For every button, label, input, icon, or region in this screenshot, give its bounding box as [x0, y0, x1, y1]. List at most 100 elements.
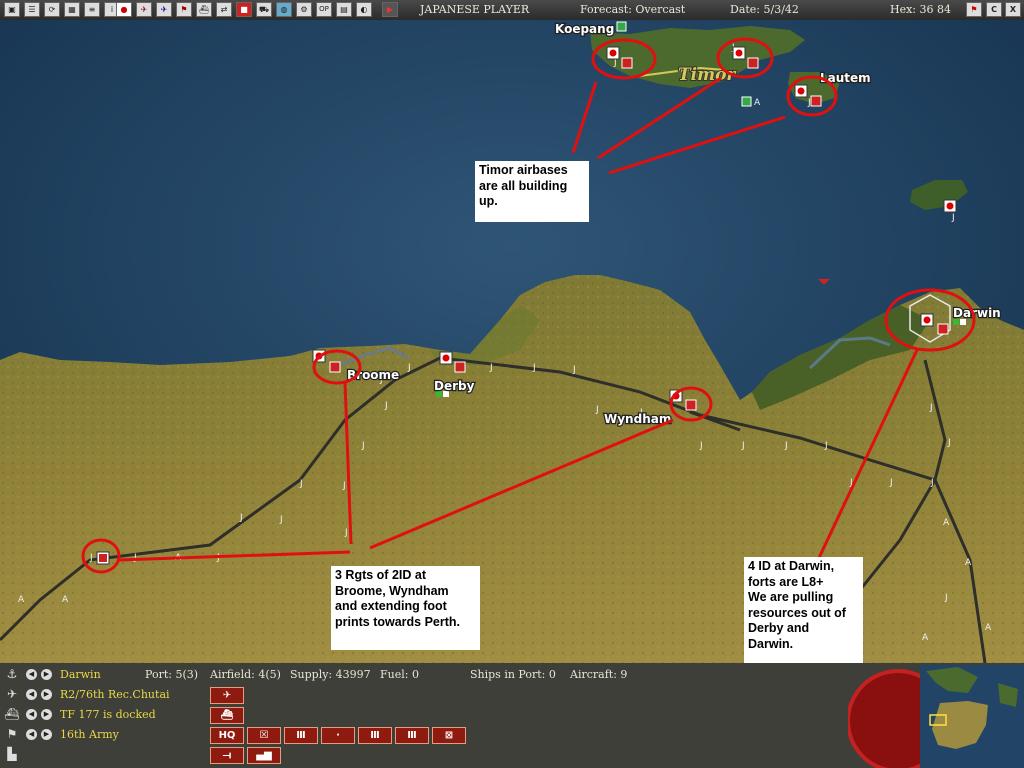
ships-in-port-stat: Ships in Port: 0 — [470, 668, 556, 681]
close-button[interactable]: X — [1005, 2, 1021, 17]
base-name[interactable]: Darwin — [60, 668, 101, 681]
unit-icon[interactable]: ■ — [236, 2, 252, 17]
svg-text:J: J — [807, 98, 811, 108]
air-unit-button[interactable]: ✈ — [210, 687, 244, 704]
convoy-icon[interactable]: ⛟ — [256, 2, 272, 17]
next-arrow-icon[interactable]: ▶ — [41, 669, 52, 680]
svg-text:A: A — [943, 518, 950, 528]
svg-text:J: J — [239, 513, 243, 523]
svg-text:J: J — [944, 593, 948, 603]
player-label: JAPANESE PLAYER — [420, 3, 530, 16]
svg-text:J: J — [784, 441, 788, 451]
ship-icon[interactable]: ⛴ — [196, 2, 212, 17]
transfer-icon[interactable]: ⇄ — [216, 2, 232, 17]
ground-unit-name[interactable]: 16th Army — [60, 728, 119, 741]
svg-text:J: J — [572, 365, 576, 375]
ship-icon: ⛴ — [4, 707, 20, 721]
flag-button[interactable]: ⚑ — [966, 2, 982, 17]
document-icon[interactable]: ☰ — [24, 2, 40, 17]
list-icon[interactable]: ≡ — [84, 2, 100, 17]
note-2id-rgts: 3 Rgts of 2ID at Broome, Wyndham and ext… — [331, 566, 480, 650]
aircraft-stat: Aircraft: 9 — [570, 668, 628, 681]
row-task-force[interactable]: ⛴ ◀ ▶ TF 177 is docked — [0, 705, 840, 725]
infantry-unit-button[interactable]: ☒ — [247, 727, 281, 744]
fuel-stat: Fuel: 0 — [380, 668, 419, 681]
end-turn-icon[interactable]: ▶ — [382, 2, 398, 17]
report-icon[interactable]: ▤ — [336, 2, 352, 17]
timor-label: Timor — [678, 65, 736, 85]
svg-text:J: J — [741, 441, 745, 451]
next-arrow-icon[interactable]: ▶ — [41, 729, 52, 740]
aircraft-icon[interactable]: ✈ — [136, 2, 152, 17]
darwin-label: Darwin — [953, 306, 1001, 320]
svg-text:J: J — [279, 515, 283, 525]
row-base[interactable]: ⚓ ◀ ▶ Darwin Port: 5(3) Airfield: 4(5) S… — [0, 665, 840, 685]
next-arrow-icon[interactable]: ▶ — [41, 689, 52, 700]
koepang-label: Koepang — [555, 22, 614, 36]
grid-icon[interactable]: ▦ — [64, 2, 80, 17]
svg-text:J: J — [299, 479, 303, 489]
settings-icon[interactable]: ⚙ — [296, 2, 312, 17]
hex-label: Hex: 36 84 — [890, 3, 951, 16]
prev-arrow-icon[interactable]: ◀ — [26, 729, 37, 740]
svg-text:J: J — [930, 478, 934, 488]
air-unit-name[interactable]: R2/76th Rec.Chutai — [60, 688, 170, 701]
op-icon[interactable]: OP — [316, 2, 332, 17]
engineer-unit-button[interactable]: Ⅲ — [284, 727, 318, 744]
hq-button[interactable]: HQ — [210, 727, 244, 744]
svg-text:J: J — [344, 528, 348, 538]
svg-text:J: J — [929, 403, 933, 413]
svg-text:J: J — [699, 441, 703, 451]
svg-text:A: A — [754, 98, 761, 108]
derby-label: Derby — [434, 379, 475, 393]
svg-text:A: A — [965, 558, 972, 568]
svg-text:A: A — [18, 595, 25, 605]
artillery-button[interactable]: ⟞ — [210, 747, 244, 764]
aircraft-allied-icon[interactable]: ✈ — [156, 2, 172, 17]
svg-text:J: J — [889, 478, 893, 488]
industry-button[interactable]: ▄▆ — [247, 747, 281, 764]
factory-icon[interactable]: ▙ — [4, 747, 20, 762]
svg-text:J: J — [384, 401, 388, 411]
svg-text:J: J — [532, 363, 536, 373]
minimap[interactable] — [848, 663, 1024, 768]
engineer-unit-button-3[interactable]: Ⅲ — [395, 727, 429, 744]
flag-icon[interactable]: ⚑ — [176, 2, 192, 17]
armor-unit-button[interactable]: ⊠ — [432, 727, 466, 744]
svg-text:A: A — [62, 595, 69, 605]
svg-text:J: J — [342, 481, 346, 491]
row-air-unit[interactable]: ✈ ◀ ▶ R2/76th Rec.Chutai — [0, 685, 840, 705]
c-button[interactable]: C — [986, 2, 1002, 17]
svg-text:J: J — [947, 438, 951, 448]
svg-text:J: J — [361, 441, 365, 451]
forecast-label: Forecast: Overcast — [580, 3, 686, 16]
flag-icon: ⚑ — [6, 727, 18, 741]
prev-arrow-icon[interactable]: ◀ — [26, 689, 37, 700]
menu-icon[interactable]: ▣ — [4, 2, 20, 17]
map-view[interactable]: JJJ JJJ J JJ JAJ J AA JJJ JJ JJJ JJ J JJJ … — [0, 20, 1024, 663]
svg-text:J: J — [89, 553, 93, 563]
japan-flag-icon[interactable]: ● — [116, 2, 132, 17]
task-force-name[interactable]: TF 177 is docked — [60, 708, 156, 721]
date-label: Date: 5/3/42 — [730, 3, 799, 16]
note-4id-darwin: 4 ID at Darwin, forts are L8+ We are pul… — [744, 557, 863, 664]
ship-unit-button[interactable]: ⛴ — [210, 707, 244, 724]
port-stat: Port: 5(3) — [145, 668, 199, 681]
prev-arrow-icon[interactable]: ◀ — [26, 709, 37, 720]
broome-label: Broome — [347, 368, 399, 382]
svg-text:J: J — [824, 441, 828, 451]
plane-icon: ✈ — [6, 687, 18, 701]
top-toolbar: ▣ ☰ ⟳ ▦ ≡ i ● ✈ ✈ ⚑ ⛴ ⇄ ■ ⛟ ◍ ⚙ OP ▤ ◐ ▶… — [0, 0, 1024, 21]
svg-text:A: A — [985, 623, 992, 633]
globe-icon[interactable]: ◍ — [276, 2, 292, 17]
next-arrow-icon[interactable]: ▶ — [41, 709, 52, 720]
engineer-unit-button-2[interactable]: Ⅲ — [358, 727, 392, 744]
airfield-stat: Airfield: 4(5) — [210, 668, 281, 681]
base-force-button[interactable]: · — [321, 727, 355, 744]
prev-arrow-icon[interactable]: ◀ — [26, 669, 37, 680]
svg-text:A: A — [922, 633, 929, 643]
supply-stat: Supply: 43997 — [290, 668, 371, 681]
message-icon[interactable]: ◐ — [356, 2, 372, 17]
note-timor-airbases: Timor airbases are all building up. — [475, 161, 589, 222]
cycle-icon[interactable]: ⟳ — [44, 2, 60, 17]
